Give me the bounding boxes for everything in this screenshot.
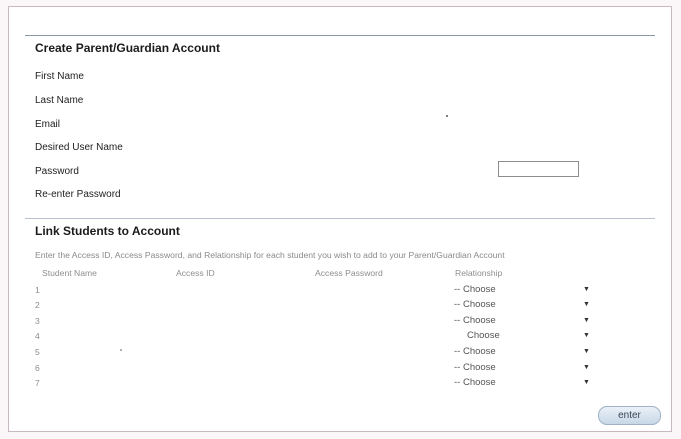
speck xyxy=(120,349,122,351)
password-field[interactable] xyxy=(498,161,579,177)
enter-button[interactable]: enter xyxy=(598,406,661,425)
dropdown-arrow-icon[interactable]: ▼ xyxy=(583,286,590,293)
row-number: 3 xyxy=(35,316,40,326)
first-name-label: First Name xyxy=(35,71,84,82)
reenter-password-label: Re-enter Password xyxy=(35,189,121,200)
speck xyxy=(446,115,448,117)
dropdown-arrow-icon[interactable]: ▼ xyxy=(583,364,590,371)
col-access-id: Access ID xyxy=(176,268,215,278)
col-relationship: Relationship xyxy=(455,268,503,278)
create-account-heading: Create Parent/Guardian Account xyxy=(35,41,220,55)
col-student-name: Student Name xyxy=(42,268,97,278)
row-number: 6 xyxy=(35,363,40,373)
row-number: 7 xyxy=(35,378,40,388)
relationship-select[interactable]: -- Choose xyxy=(454,315,496,326)
relationship-select[interactable]: -- Choose xyxy=(454,299,496,310)
link-students-heading: Link Students to Account xyxy=(35,224,180,238)
last-name-label: Last Name xyxy=(35,95,84,106)
row-number: 4 xyxy=(35,331,40,341)
dropdown-arrow-icon[interactable]: ▼ xyxy=(583,301,590,308)
dropdown-arrow-icon[interactable]: ▼ xyxy=(583,379,590,386)
user-name-label: Desired User Name xyxy=(35,142,123,153)
row-number: 5 xyxy=(35,347,40,357)
password-label: Password xyxy=(35,166,79,177)
link-instructions: Enter the Access ID, Access Password, an… xyxy=(35,250,505,260)
dropdown-arrow-icon[interactable]: ▼ xyxy=(583,348,590,355)
row-number: 1 xyxy=(35,285,40,295)
section-divider xyxy=(25,218,655,219)
account-form-panel: Create Parent/Guardian Account First Nam… xyxy=(8,6,672,432)
relationship-select[interactable]: -- Choose xyxy=(454,377,496,388)
relationship-select[interactable]: -- Choose xyxy=(454,346,496,357)
header-divider xyxy=(25,35,655,36)
dropdown-arrow-icon[interactable]: ▼ xyxy=(583,317,590,324)
email-label: Email xyxy=(35,119,61,130)
row-number: 2 xyxy=(35,300,40,310)
col-access-password: Access Password xyxy=(315,268,383,278)
dropdown-arrow-icon[interactable]: ▼ xyxy=(583,332,590,339)
relationship-select[interactable]: -- Choose xyxy=(454,362,496,373)
relationship-select[interactable]: Choose xyxy=(467,330,500,341)
relationship-select[interactable]: -- Choose xyxy=(454,284,496,295)
